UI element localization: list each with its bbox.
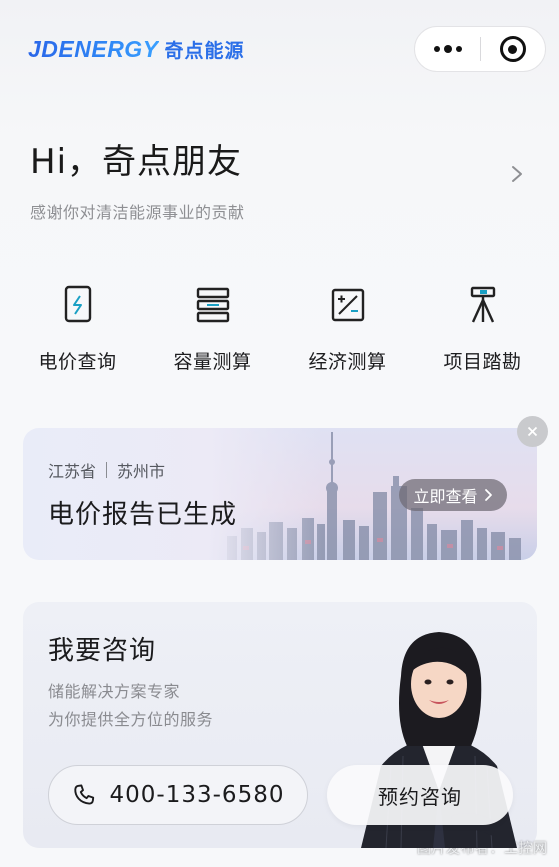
phone-icon (73, 784, 94, 805)
consult-subtitle: 储能解决方案专家 (48, 682, 181, 701)
tool-label: 电价查询 (38, 351, 117, 373)
miniprogram-capsule (414, 26, 546, 72)
book-consultation-label: 预约咨询 (378, 784, 462, 809)
consult-card: 我要咨询 储能解决方案专家 为你提供全方位的服务 400-133-6580 预约… (23, 602, 537, 848)
chevron-right-icon[interactable] (508, 164, 526, 184)
view-now-label: 立即查看 (413, 487, 478, 506)
brand-logo: JDENERGY 奇点能源 (28, 36, 245, 63)
chevron-right-icon (484, 489, 492, 501)
top-bar: JDENERGY 奇点能源 (0, 0, 559, 100)
tool-economic-calc[interactable]: 经济测算 (280, 285, 415, 374)
battery-bolt-icon (64, 285, 91, 323)
tool-label: 容量测算 (173, 351, 252, 373)
miniprogram-close-icon[interactable] (481, 27, 545, 71)
logo-chinese-name: 奇点能源 (164, 40, 245, 62)
logo-wordmark: JDENERGY (28, 36, 159, 62)
survey-tripod-icon (470, 286, 495, 323)
province-label: 江苏省 (48, 462, 97, 481)
view-now-button[interactable]: 立即查看 (399, 479, 507, 511)
tool-project-survey[interactable]: 项目踏勘 (415, 285, 550, 374)
report-location: 江苏省 苏州市 (48, 458, 165, 482)
call-hotline-button[interactable]: 400-133-6580 (48, 765, 308, 825)
more-dots-icon[interactable] (415, 27, 480, 71)
greeting-section[interactable]: Hi，奇点朋友 感谢你对清洁能源事业的贡献 (30, 134, 530, 223)
tool-electricity-price[interactable]: 电价查询 (10, 285, 145, 374)
close-x-glyph (527, 426, 538, 437)
greeting-title: Hi，奇点朋友 (30, 142, 243, 182)
quick-tools: 电价查询 容量测算 经济测算 项目踏勘 (10, 285, 550, 374)
city-label: 苏州市 (117, 462, 166, 481)
tool-capacity-calc[interactable]: 容量测算 (145, 285, 280, 374)
hotline-number: 400-133-6580 (109, 782, 285, 808)
price-report-banner[interactable]: 江苏省 苏州市 电价报告已生成 立即查看 (23, 428, 537, 560)
calculator-icon (331, 288, 364, 322)
tool-label: 项目踏勘 (443, 351, 522, 373)
report-title: 电价报告已生成 (48, 500, 238, 530)
consult-description: 为你提供全方位的服务 (48, 710, 214, 729)
tool-label: 经济测算 (308, 351, 387, 373)
home-page: JDENERGY 奇点能源 Hi，奇点朋友 感谢你对清洁能源事业的贡献 电价查询 (0, 0, 559, 867)
book-consultation-button[interactable]: 预约咨询 (327, 765, 513, 825)
close-icon[interactable] (517, 416, 548, 447)
greeting-subtitle: 感谢你对清洁能源事业的贡献 (30, 203, 245, 222)
server-stack-icon (196, 287, 229, 323)
consult-title: 我要咨询 (48, 636, 157, 666)
location-divider (106, 462, 108, 478)
